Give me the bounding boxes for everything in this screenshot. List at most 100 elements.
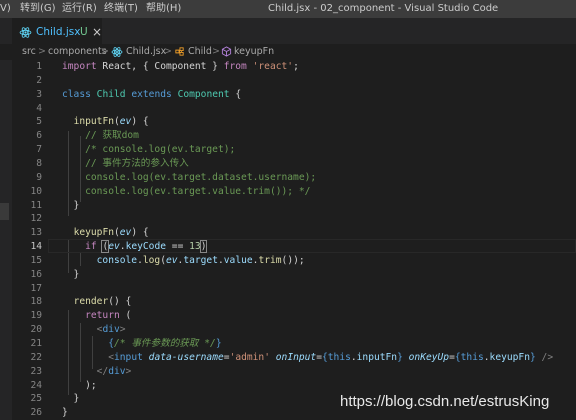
code-token: div: [102, 324, 120, 336]
code-token: 'react': [252, 61, 294, 72]
code-token: (: [119, 310, 132, 322]
code-line[interactable]: 24 );: [12, 379, 576, 392]
code-text: inputFn(ev) {: [62, 115, 149, 128]
code-token: div: [108, 365, 126, 377]
breadcrumb-file[interactable]: Child.jsx: [126, 44, 166, 60]
menu-item-run[interactable]: 运行(R): [62, 0, 97, 18]
code-text: /* console.log(ev.target);: [62, 143, 235, 156]
code-line[interactable]: 20 <div>: [12, 323, 576, 336]
code-token: ev: [108, 241, 120, 253]
code-line[interactable]: 6 // 获取dom: [12, 129, 576, 142]
code-text: import React, { Component } from 'react'…: [62, 60, 299, 73]
code-line[interactable]: 1 import React, { Component } from 'react…: [12, 60, 576, 73]
code-line[interactable]: 12: [12, 212, 576, 225]
git-status-badge: U: [80, 26, 88, 38]
code-text: // 事件方法的参入传入: [62, 157, 189, 170]
line-number: 7: [36, 144, 42, 156]
code-line[interactable]: 7 /* console.log(ev.target);: [12, 143, 576, 156]
code-line[interactable]: 16 }: [12, 268, 576, 281]
react-icon: [19, 27, 32, 38]
code-token: this: [327, 351, 351, 363]
code-token: render: [73, 296, 109, 308]
line-number: 14: [30, 241, 42, 253]
code-token: }: [62, 199, 80, 211]
code-token: ev: [119, 116, 132, 128]
line-number: 25: [30, 393, 42, 405]
line-number: 24: [30, 379, 42, 391]
code-line[interactable]: 2: [12, 74, 576, 87]
code-text: return (: [62, 309, 131, 322]
code-text: );: [62, 379, 97, 392]
code-token: input: [114, 351, 143, 363]
code-line[interactable]: 17: [12, 282, 576, 295]
code-token: />: [541, 351, 554, 363]
code-token: data-username: [148, 351, 224, 363]
code-token: return: [85, 310, 120, 322]
code-line[interactable]: 23 </div>: [12, 365, 576, 378]
code-line[interactable]: 19 return (: [12, 309, 576, 322]
code-text: if (ev.keyCode == 13): [62, 240, 208, 254]
code-line[interactable]: 10 console.log(ev.target.value.trim()); …: [12, 185, 576, 198]
code-token: console: [96, 254, 138, 266]
line-number: 5: [36, 116, 42, 128]
breadcrumb-src[interactable]: src: [22, 44, 36, 60]
code-text: <input data-username='admin' onInput={th…: [62, 351, 553, 364]
code-line[interactable]: 3 class Child extends Component {: [12, 88, 576, 101]
code-text: render() {: [62, 295, 132, 308]
code-line[interactable]: 18 render() {: [12, 295, 576, 308]
code-line[interactable]: 11 }: [12, 199, 576, 212]
code-text: }: [62, 392, 80, 405]
line-number: 12: [30, 213, 42, 225]
code-editor[interactable]: 1 import React, { Component } from 'react…: [12, 60, 576, 420]
code-line[interactable]: 5 inputFn(ev) {: [12, 115, 576, 128]
code-token: Component: [177, 88, 230, 100]
menu-item-help[interactable]: 帮助(H): [146, 0, 181, 18]
breadcrumb-components[interactable]: components: [48, 44, 107, 60]
code-line[interactable]: 15 console.log(ev.target.value.trim());: [12, 254, 576, 267]
breadcrumb-separator: >: [101, 46, 109, 57]
code-line[interactable]: 13 keyupFn(ev) {: [12, 226, 576, 239]
code-text: console.log(ev.target.dataset.username);: [62, 171, 316, 184]
code-token: inputFn: [356, 351, 398, 363]
code-token: {: [229, 88, 242, 100]
code-token: >: [119, 324, 126, 336]
code-token: console.log(ev.target.value.trim()); */: [85, 185, 311, 197]
code-line[interactable]: 22 <input data-username='admin' onInput=…: [12, 351, 576, 364]
line-number: 9: [36, 171, 42, 183]
code-token: // 事件方法的参入传入: [85, 157, 189, 169]
menu-item-terminal[interactable]: 终端(T): [104, 0, 138, 18]
line-number: 23: [30, 365, 42, 377]
code-token: class: [62, 88, 91, 100]
code-token: ==: [166, 241, 190, 253]
code-line[interactable]: 4: [12, 102, 576, 115]
code-text: </div>: [62, 365, 132, 378]
line-number: 15: [30, 254, 42, 266]
breadcrumb-class[interactable]: Child: [188, 44, 212, 60]
menu-item-view[interactable]: V): [0, 0, 11, 18]
tab-child-jsx[interactable]: Child.jsx U ×: [12, 18, 102, 44]
breadcrumb-separator: >: [212, 46, 220, 57]
code-line[interactable]: 21 {/* 事件参数的获取 */}: [12, 337, 576, 350]
code-line[interactable]: 9 console.log(ev.target.dataset.username…: [12, 171, 576, 184]
menu-item-go[interactable]: 转到(G): [20, 0, 56, 18]
code-token: onKeyUp: [408, 351, 450, 363]
code-token: onInput: [275, 351, 317, 363]
breadcrumb-method[interactable]: keyupFn: [234, 44, 274, 60]
close-icon[interactable]: ×: [92, 19, 102, 45]
line-number: 21: [30, 338, 42, 349]
code-token: log: [142, 254, 161, 266]
code-text: <div>: [62, 323, 126, 336]
code-line[interactable]: 14 if (ev.keyCode == 13): [12, 239, 576, 254]
code-token: </: [96, 365, 109, 377]
line-number: 22: [30, 351, 42, 363]
code-line[interactable]: 8 // 事件方法的参入传入: [12, 157, 576, 170]
code-token: 'admin': [229, 351, 270, 363]
line-number: 17: [30, 282, 42, 294]
